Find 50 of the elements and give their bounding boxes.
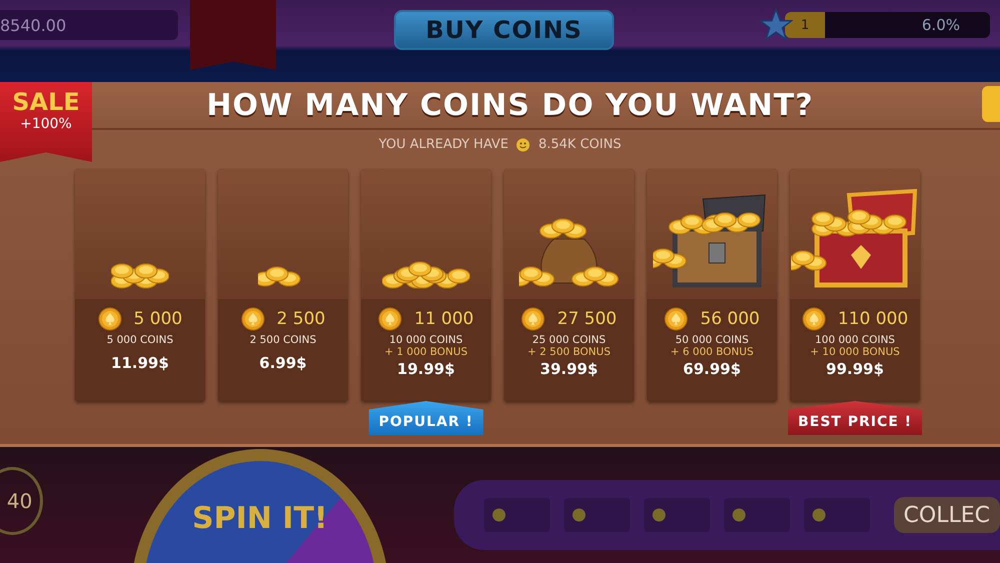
coin-pile-drawing [111, 263, 169, 289]
best-price-badge: BEST PRICE ! [788, 401, 922, 435]
coin-amount: 56 000 [700, 309, 760, 329]
bonus-label: + 10 000 BONUS [810, 346, 900, 358]
dialog-title: HOW MANY COINS DO YOU WANT? [206, 88, 814, 122]
star-icon [759, 8, 793, 42]
coin-amount: 5 000 [134, 309, 182, 329]
bonus-label: + 1 000 BONUS [384, 346, 468, 358]
price-label: 39.99$ [540, 360, 598, 378]
coin-pack-card[interactable]: 56 000 50 000 COINS + 6 000 BONUS 69.99$ [647, 169, 777, 401]
player-level: 1 [785, 12, 825, 38]
buy-coins-button[interactable]: BUY COINS [394, 10, 614, 50]
coin-pack-card[interactable]: 2 500 2 500 COINS 6.99$ [218, 169, 348, 401]
coin-pack-card[interactable]: 110 000 100 000 COINS + 10 000 BONUS 99.99$ [790, 169, 920, 401]
bonus-label: + 2 500 BONUS [527, 346, 611, 358]
coin-amount: 27 500 [557, 309, 617, 329]
coins-label: 50 000 COINS [675, 334, 749, 346]
coin-amount: 2 500 [276, 309, 326, 329]
coins-label: 10 000 COINS [389, 334, 463, 346]
coin-icon [98, 307, 122, 331]
coin-amount: 11 000 [414, 309, 474, 329]
coin-icon [521, 307, 546, 331]
coin-pack-card[interactable]: 5 000 5 000 COINS 11.99$ [75, 169, 205, 401]
coins-label: 2 500 COINS [250, 334, 316, 346]
coin-pack-card[interactable]: 11 000 10 000 COINS + 1 000 BONUS 19.99$ [361, 169, 491, 401]
coins-label: 100 000 COINS [815, 334, 895, 346]
counter-badge: 40 [0, 467, 44, 535]
coin-icon [664, 307, 688, 331]
xp-percent: 6.0% [922, 16, 960, 34]
coin-icon [378, 307, 402, 331]
sale-percent: +100% [20, 116, 72, 132]
bonus-label: + 6 000 BONUS [670, 346, 754, 358]
coin-icon [240, 307, 265, 331]
owned-amount: 8.54K COINS [538, 137, 622, 152]
collect-button[interactable]: COLLEC [894, 497, 1000, 533]
popular-badge: POPULAR ! [368, 401, 484, 435]
coins-label: 5 000 COINS [106, 334, 174, 346]
coin-amount: 110 000 [838, 309, 908, 329]
price-label: 99.99$ [826, 360, 884, 378]
wheel-label: SPIN IT! [192, 501, 328, 538]
sale-title: SALE [12, 88, 80, 116]
price-label: 6.99$ [259, 354, 307, 372]
balance-display: 8540.00 [0, 10, 178, 40]
price-label: 11.99$ [111, 354, 169, 372]
price-label: 69.99$ [683, 360, 741, 378]
owned-label: YOU ALREADY HAVE [378, 137, 508, 152]
coins-label: 25 000 COINS [532, 334, 606, 346]
coin-pack-card[interactable]: 27 500 25 000 COINS + 2 500 BONUS 39.99$ [504, 169, 634, 401]
price-label: 19.99$ [397, 360, 455, 378]
coin-icon [802, 307, 826, 331]
